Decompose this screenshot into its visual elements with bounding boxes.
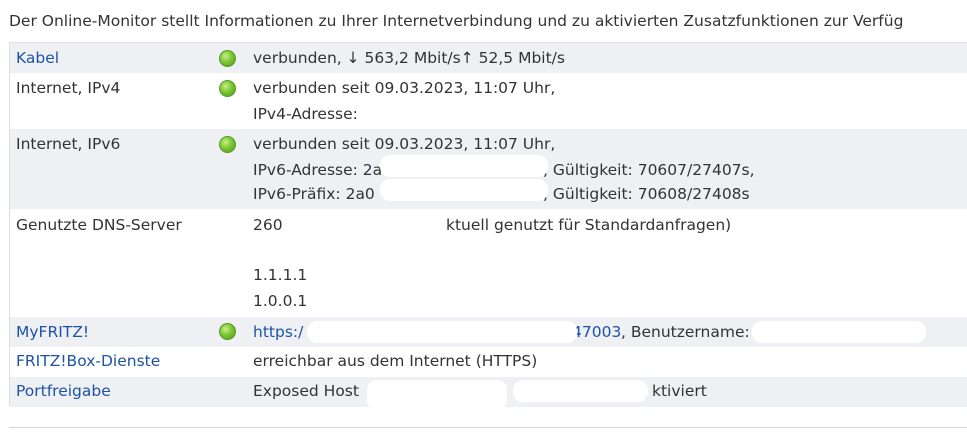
- myfritz-url-end[interactable]: 47003: [572, 323, 621, 341]
- dns-server-1: 260: [253, 216, 283, 234]
- dienste-value: erreichbar aus dem Internet (HTTPS): [253, 352, 538, 370]
- row-dns: Genutzte DNS-Server 260 ktuell genutzt f…: [10, 209, 967, 317]
- status-led-icon: [219, 323, 236, 340]
- ipv4-address: IPv4-Adresse:: [253, 105, 358, 123]
- dns-label: Genutzte DNS-Server: [16, 216, 182, 234]
- ipv6-label: Internet, IPv6: [16, 135, 121, 153]
- ipv6-connected-since: verbunden seit 09.03.2023, 11:07 Uhr,: [253, 135, 556, 153]
- dns-server-1-note: ktuell genutzt für Standardanfragen): [446, 216, 732, 234]
- ipv6-prefix-validity: , Gültigkeit: 70608/27408s: [543, 185, 750, 203]
- ipv6-address-validity: , Gültigkeit: 70607/27407s,: [543, 161, 755, 179]
- portfreigabe-link[interactable]: Portfreigabe: [16, 382, 111, 400]
- status-led-icon: [219, 80, 236, 97]
- row-dienste: FRITZ!Box-Dienste erreichbar aus dem Int…: [10, 347, 967, 377]
- dns-server-2: 1.1.1.1: [253, 266, 308, 284]
- kabel-link[interactable]: Kabel: [16, 49, 59, 67]
- row-ipv4: Internet, IPv4 verbunden seit 09.03.2023…: [10, 73, 967, 129]
- row-ipv6: Internet, IPv6 verbunden seit 09.03.2023…: [10, 129, 967, 209]
- fritzbox-dienste-link[interactable]: FRITZ!Box-Dienste: [16, 352, 160, 370]
- redaction-box: [513, 380, 648, 402]
- redaction-box: [367, 380, 507, 410]
- kabel-value: verbunden, ↓ 563,2 Mbit/s↑ 52,5 Mbit/s: [253, 49, 565, 67]
- row-portfreigabe: Portfreigabe Exposed Host ktiviert: [10, 377, 967, 410]
- redaction-box: [307, 321, 577, 343]
- myfritz-link[interactable]: MyFRITZ!: [16, 323, 89, 341]
- myfritz-username-label: , Benutzername:: [621, 323, 750, 341]
- divider: [9, 427, 967, 428]
- portfreigabe-value-end: ktiviert: [652, 382, 707, 400]
- status-led-icon: [219, 136, 236, 153]
- online-monitor-panel: Kabel verbunden, ↓ 563,2 Mbit/s↑ 52,5 Mb…: [9, 42, 967, 410]
- myfritz-url-start[interactable]: https:/: [253, 323, 303, 341]
- row-kabel: Kabel verbunden, ↓ 563,2 Mbit/s↑ 52,5 Mb…: [10, 43, 967, 73]
- ipv6-prefix-start: IPv6-Präfix: 2a0: [253, 185, 375, 203]
- redaction-box: [380, 179, 548, 201]
- intro-text: Der Online-Monitor stellt Informationen …: [9, 12, 904, 30]
- redaction-box: [752, 321, 926, 343]
- portfreigabe-value-start: Exposed Host: [253, 382, 359, 400]
- ipv4-connected-since: verbunden seit 09.03.2023, 11:07 Uhr,: [253, 79, 556, 97]
- dns-server-3: 1.0.0.1: [253, 292, 308, 310]
- ipv4-label: Internet, IPv4: [16, 79, 121, 97]
- row-myfritz: MyFRITZ! https:/ 47003 , Benutzername:: [10, 317, 967, 347]
- ipv6-address-start: IPv6-Adresse: 2a0: [253, 161, 393, 179]
- status-led-icon: [219, 50, 236, 67]
- redaction-box: [380, 155, 548, 177]
